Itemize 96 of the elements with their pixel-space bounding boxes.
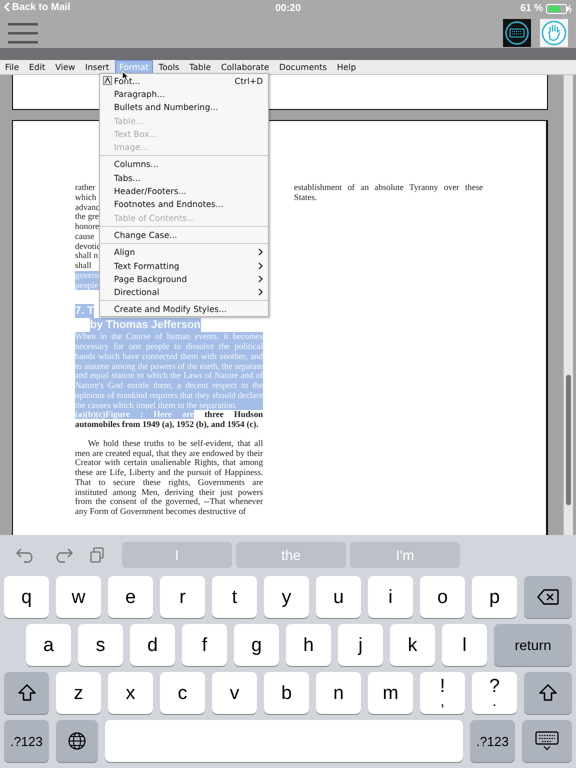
menu-option[interactable]: Create and Modify Styles... [114, 304, 263, 314]
letter-key[interactable]: q [4, 576, 49, 618]
menu-option[interactable]: Bullets and Numbering... [114, 102, 263, 112]
letter-key[interactable]: w [56, 576, 101, 618]
clock-time: 00:20 [275, 3, 301, 14]
punctuation-key[interactable]: ! , [420, 672, 465, 714]
text-line: shall [75, 261, 92, 271]
paragraph-text: establishment of an absolute Tyranny over these States. [294, 183, 483, 202]
menu-item[interactable]: Collaborate [216, 60, 274, 74]
shift-key[interactable] [4, 672, 49, 714]
letter-key[interactable]: k [390, 624, 435, 666]
shortcut-label: Ctrl+D [234, 76, 263, 86]
letter-key[interactable]: d [130, 624, 175, 666]
letter-key[interactable]: s [78, 624, 123, 666]
menu-option[interactable]: Change Case... [114, 230, 263, 240]
letter-key[interactable]: m [368, 672, 413, 714]
battery-icon [546, 4, 572, 14]
letter-key[interactable]: r [160, 576, 205, 618]
menu-option[interactable]: Text Formatting [114, 260, 258, 270]
numbers-key[interactable]: .?123 [4, 720, 49, 762]
menu-button[interactable] [8, 22, 38, 44]
letter-key[interactable]: l [442, 624, 487, 666]
letter-key[interactable]: o [420, 576, 465, 618]
shift-icon [539, 684, 557, 702]
globe-icon [68, 732, 86, 750]
font-icon [103, 76, 112, 85]
menu-option[interactable]: Directional [114, 287, 258, 298]
text-line: cause [75, 232, 96, 242]
keyboard-button[interactable] [503, 18, 531, 46]
letter-key[interactable]: e [108, 576, 153, 618]
text-line: devotic [75, 242, 99, 252]
punctuation-key[interactable]: ? . [472, 672, 517, 714]
menu-option[interactable]: Page Background [114, 274, 258, 284]
letter-key[interactable]: t [212, 576, 257, 618]
section-heading: by Thomas Jefferson [90, 318, 201, 332]
menu-item[interactable]: Documents [275, 60, 331, 74]
letter-key[interactable]: x [108, 672, 153, 714]
menu-option[interactable]: Header/Footers... [114, 186, 263, 196]
paragraph-text: We hold these truths to be self-evident, that all men are created equal, that they are endowed by their Creator with certain unalienable Rights, that among these are Life, Liberty and the pursuit of Happiness. That to secure these rights, Governments are instituted among Men, deriving their just powers from the consent of the governed, --That whenever any Form of Government becomes destructive of [75, 438, 263, 517]
numbers-key[interactable]: .?123 [470, 720, 515, 762]
menu-icon [8, 22, 38, 44]
letter-key[interactable]: z [56, 672, 101, 714]
menu-item[interactable]: File [1, 60, 24, 74]
backspace-key[interactable] [524, 576, 572, 618]
text-line: the gre [75, 212, 99, 222]
text-line: shall n [75, 251, 99, 261]
globe-key[interactable] [56, 720, 98, 762]
letter-key[interactable]: a [26, 624, 71, 666]
return-key[interactable]: return [494, 624, 572, 666]
backspace-icon [537, 589, 559, 605]
gesture-button[interactable] [540, 18, 568, 46]
text-line: honore [75, 222, 99, 232]
menu-option: Table of Contents... [114, 212, 263, 223]
menu-option[interactable]: Font... [114, 76, 235, 86]
letter-key[interactable]: g [234, 624, 279, 666]
chevron-icon [4, 2, 10, 12]
hide-keyboard-key[interactable] [522, 720, 572, 762]
shift-key[interactable] [524, 672, 572, 714]
letter-key[interactable]: h [286, 624, 331, 666]
keyboard-icon [535, 731, 559, 751]
menu-item[interactable]: Help [332, 60, 360, 74]
menu-option[interactable]: Align [114, 247, 258, 258]
letter-key[interactable]: c [160, 672, 205, 714]
letter-key[interactable]: f [182, 624, 227, 666]
letter-key[interactable]: u [316, 576, 361, 618]
menu-option: Text Box... [114, 128, 263, 139]
letter-key[interactable]: p [472, 576, 517, 618]
text-line: which [75, 192, 98, 202]
menu-option[interactable]: Tabs... [114, 172, 263, 183]
shift-icon [18, 684, 36, 702]
menu-option[interactable]: Columns... [114, 159, 263, 170]
letter-key[interactable]: b [264, 672, 309, 714]
hand-icon [540, 18, 568, 46]
menu-item[interactable]: View [51, 60, 80, 74]
letter-key[interactable]: j [338, 624, 383, 666]
menu-item[interactable]: Table [185, 60, 215, 74]
letter-key[interactable]: i [368, 576, 413, 618]
menu-item[interactable]: Insert [81, 60, 114, 74]
letter-key[interactable]: y [264, 576, 309, 618]
menu-option: Image... [114, 142, 263, 152]
figure-caption: (a)(b)(c)Figure : Here are three Hudson automobiles from 1949 (a), 1952 (b), and 1954 (c). [75, 410, 263, 430]
text-line: advanc [75, 202, 99, 212]
paste-icon[interactable] [90, 547, 104, 563]
battery-percentage: 61 % [520, 3, 543, 14]
menu-item[interactable]: Tools [154, 60, 184, 74]
menu-option[interactable]: Paragraph... [114, 88, 263, 99]
menu-option[interactable]: Footnotes and Endnotes... [114, 199, 263, 210]
text-line: rather [75, 183, 96, 193]
menu-item[interactable]: Edit [25, 60, 50, 74]
letter-key[interactable]: v [212, 672, 257, 714]
scrollbar[interactable] [563, 75, 573, 535]
keyboard-icon [503, 18, 531, 46]
letter-key[interactable]: n [316, 672, 361, 714]
paragraph-text: When in the Course of human events, it becomes necessary for one people to dissolve the political bands which have connected them with another, and to assume among the powers of the earth, the separate and equal station to which the Laws of Nature and of Nature's God entitle them, a decent respect to the opinions of mankind requires that they should declare the causes which impel them to the separation. [75, 332, 263, 410]
section-heading: 7. T [75, 304, 94, 318]
menu-option: Table... [114, 116, 263, 126]
